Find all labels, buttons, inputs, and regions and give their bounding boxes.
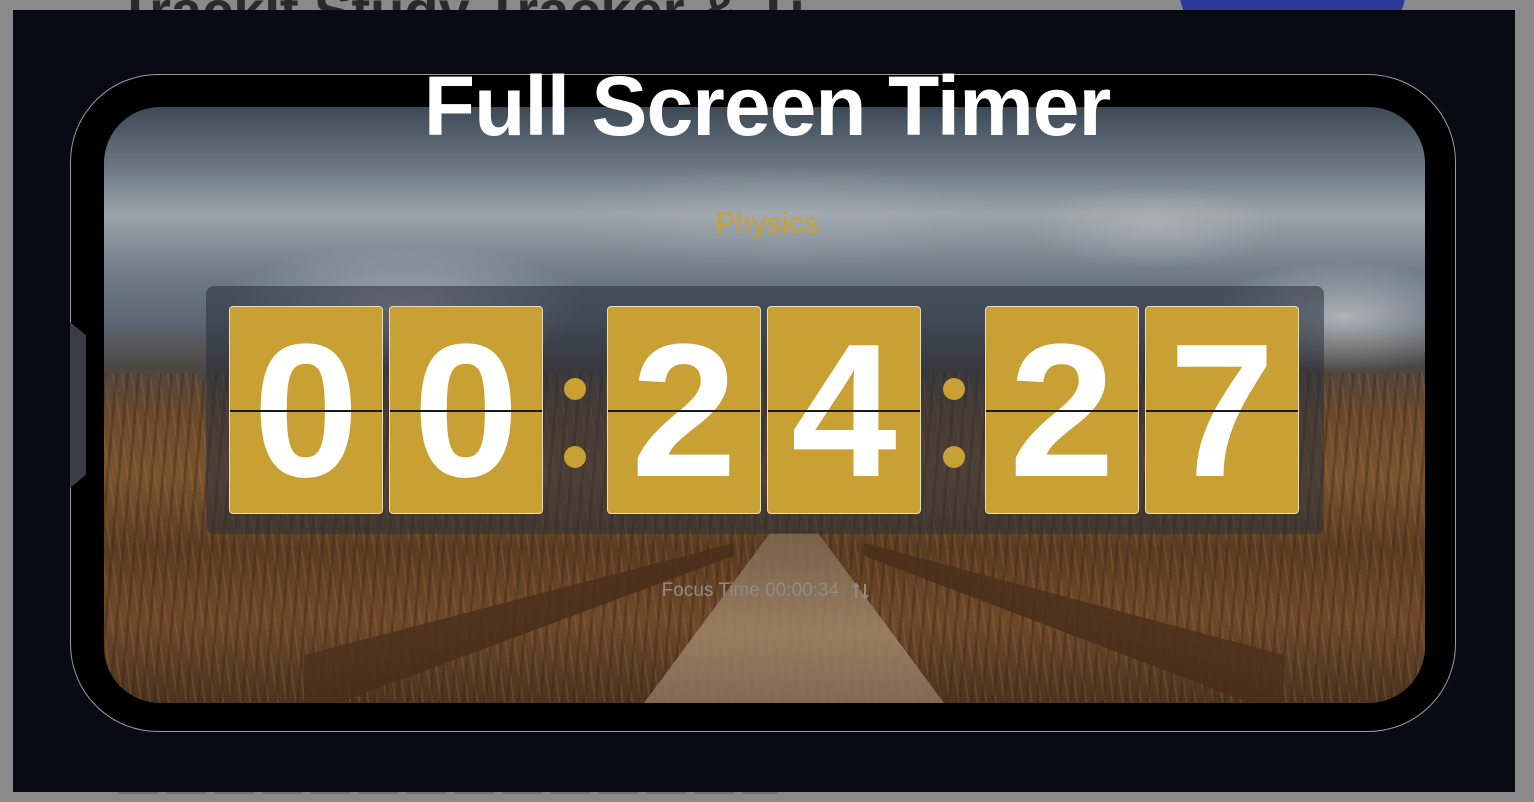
focus-time-label: Focus Time 00:00:34 <box>661 580 840 602</box>
colon-separator <box>943 378 965 468</box>
subject-label[interactable]: Physics <box>0 207 1534 241</box>
phone-side-button <box>70 322 86 488</box>
hours-digit-2: 0 <box>389 306 543 514</box>
swap-arrows-icon[interactable] <box>850 580 872 602</box>
minutes-digit-2: 4 <box>767 306 921 514</box>
hours-digit-1: 0 <box>229 306 383 514</box>
feature-headline: Full Screen Timer <box>423 59 1111 153</box>
minutes-digit-1: 2 <box>607 306 761 514</box>
seconds-digit-2: 7 <box>1145 306 1299 514</box>
focus-time-row[interactable]: Focus Time 00:00:34 <box>0 580 1534 602</box>
colon-separator <box>564 378 586 468</box>
seconds-digit-1: 2 <box>985 306 1139 514</box>
